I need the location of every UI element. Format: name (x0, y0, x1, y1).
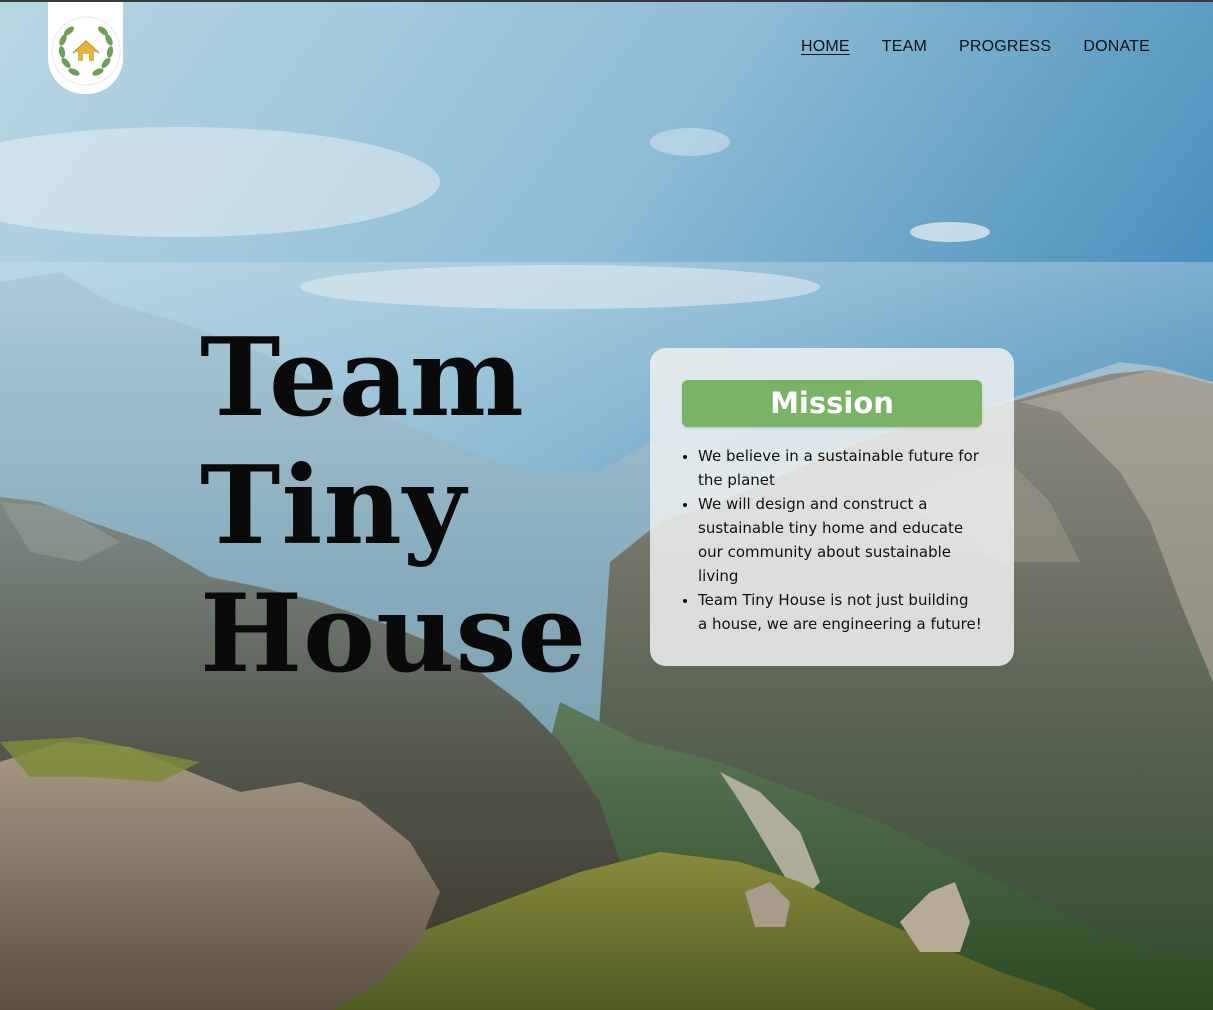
mission-card: Mission We believe in a sustainable futu… (650, 348, 1014, 666)
main-nav: HOME TEAM PROGRESS DONATE (801, 38, 1150, 56)
logo-link[interactable] (48, 2, 123, 94)
nav-donate-link[interactable]: DONATE (1083, 38, 1150, 56)
hero-title-line: House (200, 571, 588, 697)
house-laurel-logo-icon (51, 16, 120, 86)
mountain-background-image (0, 2, 1213, 1010)
nav-progress-link[interactable]: PROGRESS (959, 38, 1051, 56)
mission-list: We believe in a sustainable future for t… (698, 444, 982, 636)
hero-title-line: Team (200, 315, 525, 441)
mission-heading: Mission (682, 380, 982, 427)
nav-home-link[interactable]: HOME (801, 38, 850, 56)
hero-title-line: Tiny (200, 443, 467, 569)
mission-list-item: Team Tiny House is not just building a h… (698, 588, 982, 636)
hero-title: Team Tiny House (200, 314, 587, 698)
nav-team-link[interactable]: TEAM (882, 38, 927, 56)
page: HOME TEAM PROGRESS DONATE Team Tiny Hous… (0, 0, 1213, 1010)
mission-list-item: We will design and construct a sustainab… (698, 492, 982, 588)
mission-list-item: We believe in a sustainable future for t… (698, 444, 982, 492)
